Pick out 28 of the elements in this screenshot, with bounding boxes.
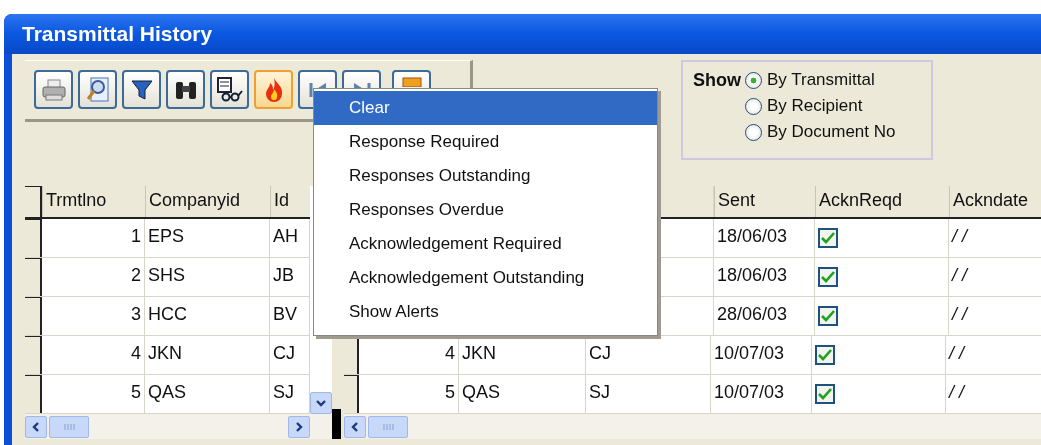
table-cell: QAS <box>459 375 586 413</box>
table-cell: 10/07/03 <box>711 375 812 413</box>
option-label: By Recipient <box>767 96 863 116</box>
table-cell: 1 <box>42 219 145 257</box>
table-cell: 28/06/03 <box>714 297 815 335</box>
table-cell: EPS <box>145 219 270 257</box>
table-cell: 18/06/03 <box>714 219 815 257</box>
table-cell: / / <box>949 219 1041 257</box>
window-title: Transmittal History <box>22 22 213 46</box>
table-cell: HCC <box>145 297 270 335</box>
table-cell: 3 <box>42 297 145 335</box>
option-label: By Document No <box>767 122 896 142</box>
table-cell: / / <box>949 258 1041 296</box>
table-cell: JKN <box>145 336 270 374</box>
table-cell: / / <box>946 336 1041 374</box>
show-label: Show <box>693 70 741 92</box>
table-cell: 18/06/03 <box>714 258 815 296</box>
table-cell: 5 <box>42 375 145 413</box>
table-cell: 10/07/03 <box>711 336 812 374</box>
table-cell: / / <box>946 375 1041 413</box>
table-cell: SJ <box>586 375 711 413</box>
option-label: By Transmittal <box>767 70 875 90</box>
table-cell: SHS <box>145 258 270 296</box>
table-cell: 4 <box>42 336 145 374</box>
table-cell: 2 <box>42 258 145 296</box>
table-cell: 5 <box>359 375 459 413</box>
table-cell: QAS <box>145 375 270 413</box>
table-cell: / / <box>949 297 1041 335</box>
